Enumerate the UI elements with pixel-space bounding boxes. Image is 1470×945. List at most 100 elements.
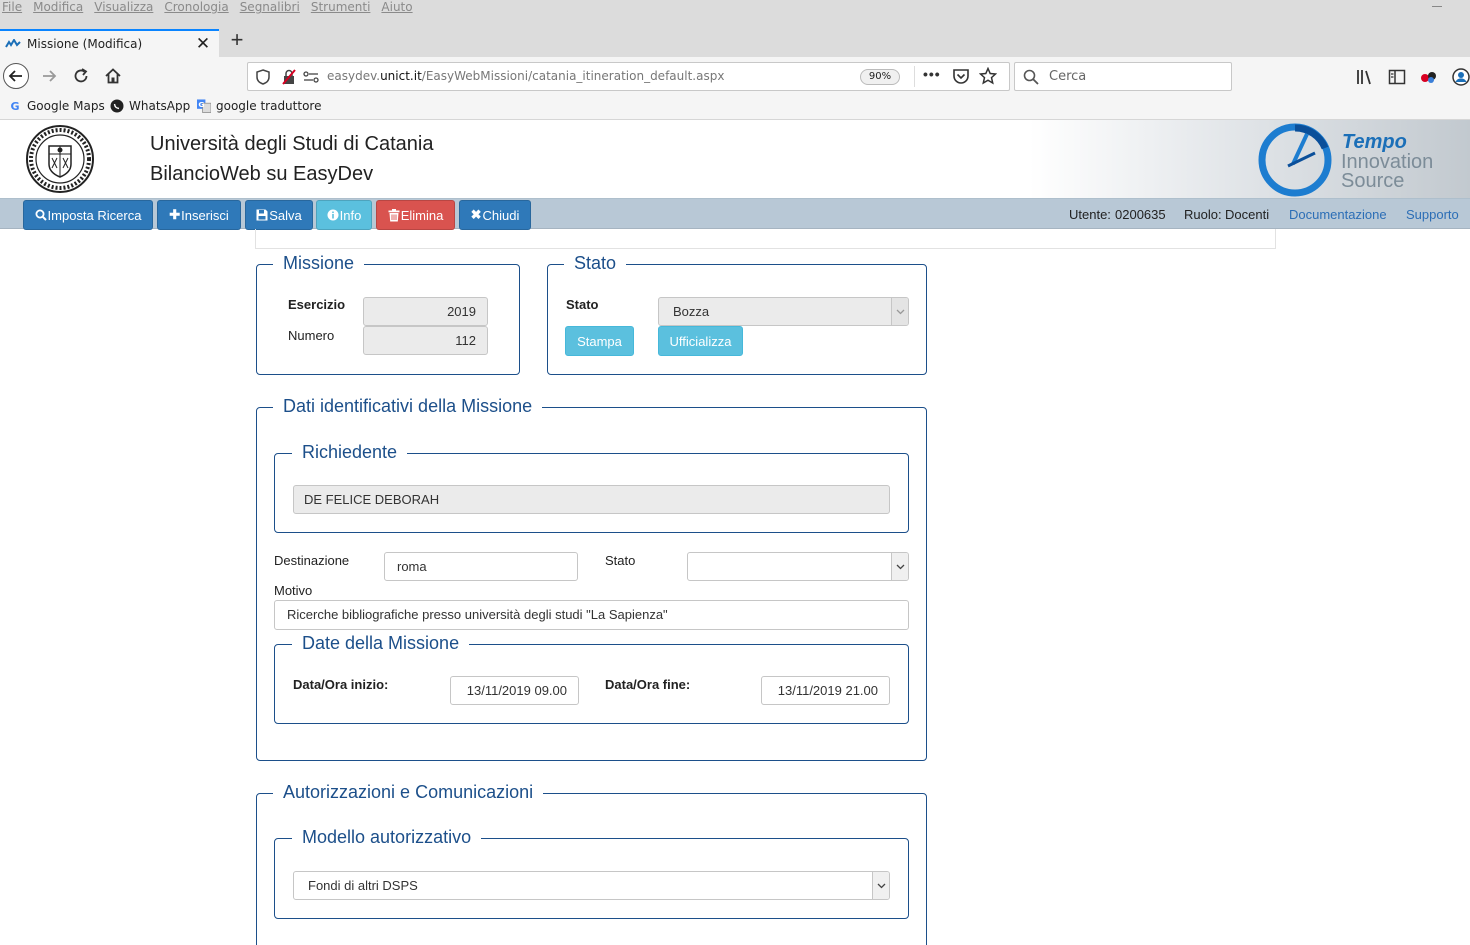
destinazione-stato-select[interactable] bbox=[687, 552, 909, 581]
date-missione-legend: Date della Missione bbox=[292, 632, 470, 654]
minimize-icon[interactable] bbox=[1432, 6, 1442, 7]
svg-text:G: G bbox=[198, 100, 204, 109]
bookmarks-bar: G Google Maps WhatsApp G google tradutto… bbox=[0, 96, 1470, 120]
stampa-button[interactable]: Stampa bbox=[565, 326, 634, 356]
insecure-lock-icon[interactable] bbox=[282, 69, 296, 85]
destinazione-label: Destinazione bbox=[274, 553, 350, 568]
menu-segnalibri[interactable]: Segnalibri bbox=[240, 0, 300, 14]
chevron-down-icon[interactable] bbox=[891, 553, 908, 580]
data-fine-input[interactable]: 13/11/2019 21.00 bbox=[761, 676, 890, 705]
shield-icon[interactable] bbox=[256, 69, 270, 85]
url-text: easydev.unict.it/EasyWebMissioni/catania… bbox=[327, 69, 725, 83]
data-inizio-label: Data/Ora inizio: bbox=[293, 677, 389, 692]
chiudi-button[interactable]: ✖ Chiudi bbox=[459, 200, 531, 230]
stato-legend: Stato bbox=[564, 252, 627, 274]
stato-select[interactable]: Bozza bbox=[658, 297, 909, 326]
library-icon[interactable] bbox=[1356, 69, 1374, 85]
bookmark-google-maps[interactable]: G Google Maps bbox=[8, 99, 105, 113]
tab-missione[interactable]: Missione (Modifica) ✕ bbox=[0, 29, 219, 57]
page-actions-icon[interactable]: ••• bbox=[923, 66, 941, 82]
forward-arrow-icon bbox=[43, 70, 57, 82]
numero-field[interactable]: 112 bbox=[363, 326, 488, 355]
data-inizio-input[interactable]: 13/11/2019 09.00 bbox=[450, 676, 579, 705]
url-bar[interactable]: easydev.unict.it/EasyWebMissioni/catania… bbox=[247, 62, 1010, 91]
missione-fieldset: Missione Esercizio 2019 Numero 112 bbox=[256, 252, 520, 375]
richiedente-legend: Richiedente bbox=[292, 441, 408, 463]
university-title: Università degli Studi di Catania bbox=[150, 133, 434, 155]
imposta-ricerca-button[interactable]: Imposta Ricerca bbox=[23, 200, 153, 230]
utente-value: 0200635 bbox=[1115, 207, 1166, 222]
esercizio-label: Esercizio bbox=[288, 297, 346, 312]
search-icon bbox=[35, 209, 47, 221]
menu-modifica[interactable]: Modifica bbox=[33, 0, 83, 14]
menu-file[interactable]: File bbox=[2, 0, 22, 14]
stato-fieldset: Stato Stato Bozza Stampa Ufficializza bbox=[547, 252, 927, 375]
sidebar-icon[interactable] bbox=[1388, 69, 1406, 85]
menu-cronologia[interactable]: Cronologia bbox=[164, 0, 228, 14]
content-frame bbox=[255, 229, 1276, 249]
button-label: Imposta Ricerca bbox=[47, 207, 142, 223]
button-label: Inserisci bbox=[181, 207, 229, 223]
search-input[interactable]: Cerca bbox=[1014, 62, 1232, 91]
new-tab-icon[interactable]: + bbox=[226, 29, 248, 52]
elimina-button[interactable]: Elimina bbox=[376, 200, 455, 230]
documentazione-link[interactable]: Documentazione bbox=[1289, 207, 1387, 222]
date-missione-fieldset: Date della Missione Data/Ora inizio: 13/… bbox=[274, 632, 909, 724]
button-label: Info bbox=[339, 207, 362, 223]
reload-button[interactable] bbox=[67, 61, 95, 91]
ruolo-label: Ruolo: bbox=[1184, 207, 1222, 222]
stato-label: Stato bbox=[566, 297, 599, 312]
autorizzazioni-legend: Autorizzazioni e Comunicazioni bbox=[273, 781, 544, 803]
bookmark-star-icon[interactable] bbox=[979, 67, 997, 85]
pocket-icon[interactable] bbox=[952, 68, 970, 85]
button-label: Salva bbox=[269, 207, 302, 223]
bookmark-label: WhatsApp bbox=[129, 99, 191, 113]
richiedente-fieldset: Richiedente DE FELICE DEBORAH bbox=[274, 441, 909, 533]
menu-aiuto[interactable]: Aiuto bbox=[381, 0, 412, 14]
bookmark-whatsapp[interactable]: WhatsApp bbox=[110, 99, 190, 113]
motivo-input[interactable]: Ricerche bibliografiche presso universit… bbox=[274, 600, 909, 630]
floppy-disk-icon bbox=[256, 209, 268, 221]
university-seal-logo bbox=[26, 125, 94, 193]
app-toolbar: Imposta Ricerca ✚ Inserisci Salva Info E… bbox=[0, 198, 1470, 230]
salva-button[interactable]: Salva bbox=[245, 200, 313, 230]
modello-autorizzativo-select[interactable]: Fondi di altri DSPS bbox=[293, 871, 890, 900]
inserisci-button[interactable]: ✚ Inserisci bbox=[157, 200, 241, 230]
menu-strumenti[interactable]: Strumenti bbox=[311, 0, 371, 14]
dati-identificativi-legend: Dati identificativi della Missione bbox=[273, 395, 543, 417]
google-icon: G bbox=[10, 99, 20, 113]
bookmark-google-traduttore[interactable]: G google traduttore bbox=[197, 99, 321, 113]
tab-title: Missione (Modifica) bbox=[27, 37, 143, 51]
extension-icon[interactable] bbox=[1420, 69, 1438, 85]
modello-autorizzativo-value: Fondi di altri DSPS bbox=[308, 878, 418, 893]
destinazione-input[interactable]: roma bbox=[384, 552, 578, 581]
translate-icon: G bbox=[197, 99, 211, 113]
richiedente-field[interactable]: DE FELICE DEBORAH bbox=[293, 485, 890, 514]
ufficializza-button[interactable]: Ufficializza bbox=[658, 326, 743, 356]
home-button[interactable] bbox=[99, 61, 127, 91]
destinazione-stato-label: Stato bbox=[605, 553, 636, 568]
numero-label: Numero bbox=[288, 328, 335, 343]
close-tab-icon[interactable]: ✕ bbox=[193, 34, 213, 54]
url-divider bbox=[914, 66, 915, 87]
tab-bar: Missione (Modifica) ✕ + bbox=[0, 14, 1470, 57]
chevron-down-icon[interactable] bbox=[872, 872, 889, 899]
motivo-label: Motivo bbox=[274, 583, 313, 598]
account-icon[interactable] bbox=[1452, 67, 1470, 87]
supporto-link[interactable]: Supporto bbox=[1406, 207, 1459, 222]
permissions-icon[interactable] bbox=[303, 71, 319, 83]
esercizio-field[interactable]: 2019 bbox=[363, 297, 488, 326]
plus-icon: ✚ bbox=[169, 207, 181, 222]
info-button[interactable]: Info bbox=[316, 200, 372, 230]
missione-legend: Missione bbox=[273, 252, 365, 274]
utente-label: Utente: bbox=[1069, 207, 1111, 222]
back-button[interactable] bbox=[2, 61, 30, 91]
chevron-down-icon[interactable] bbox=[891, 298, 908, 325]
home-icon bbox=[105, 68, 121, 84]
zoom-indicator[interactable]: 90% bbox=[860, 69, 900, 85]
bookmark-label: Google Maps bbox=[27, 99, 105, 113]
close-icon: ✖ bbox=[470, 207, 482, 222]
menu-visualizza[interactable]: Visualizza bbox=[94, 0, 153, 14]
back-arrow-icon bbox=[3, 63, 29, 89]
forward-button[interactable] bbox=[35, 61, 63, 91]
